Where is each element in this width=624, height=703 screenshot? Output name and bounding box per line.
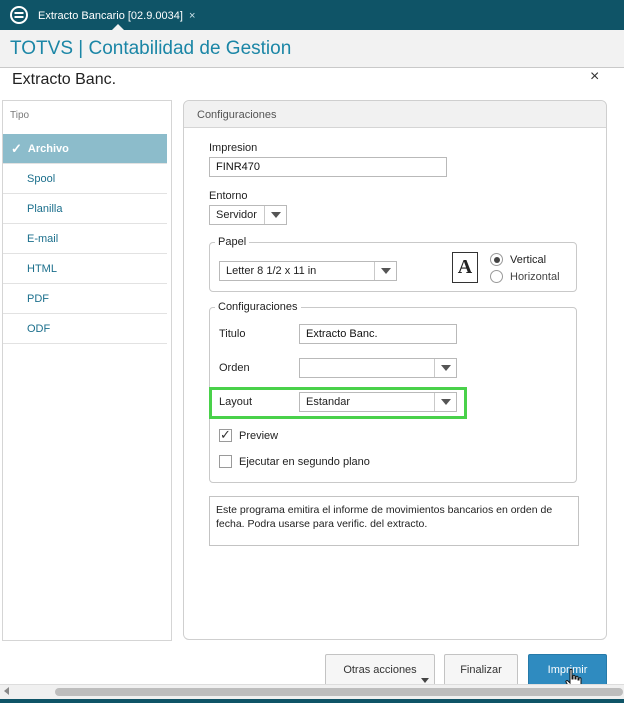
tipo-item-label: E-mail — [27, 232, 59, 245]
tipo-item-label: HTML — [27, 262, 57, 275]
titulo-label: Titulo — [219, 328, 246, 340]
checkmark-icon: ✓ — [220, 427, 231, 442]
otras-acciones-label: Otras acciones — [343, 664, 417, 676]
vertical-radio[interactable] — [490, 253, 503, 266]
tipo-item-label: Archivo — [27, 142, 69, 155]
otras-acciones-button[interactable]: Otras acciones — [325, 654, 435, 686]
scroll-left-icon[interactable] — [4, 687, 9, 695]
tab-title: Extracto Bancario [02.9.0034] — [38, 10, 183, 22]
preview-checkbox[interactable]: ✓ — [219, 427, 232, 442]
scrollbar-thumb[interactable] — [55, 688, 623, 696]
tipo-item-html[interactable]: HTML — [3, 254, 167, 284]
tipo-item-label: Spool — [27, 172, 56, 185]
chevron-down-icon[interactable] — [264, 206, 286, 224]
tipo-item-label: PDF — [27, 292, 49, 305]
segundo-plano-label: Ejecutar en segundo plano — [239, 456, 370, 468]
chevron-down-icon[interactable] — [434, 359, 456, 377]
configuraciones-legend: Configuraciones — [215, 301, 301, 313]
configuraciones-title: Configuraciones — [197, 109, 277, 121]
chevron-down-icon[interactable] — [434, 393, 456, 411]
totvs-logo-icon[interactable] — [9, 5, 29, 25]
horizontal-radio[interactable] — [490, 270, 503, 283]
paper-size-value: Letter 8 1/2 x 11 in — [226, 265, 317, 277]
finalizar-label: Finalizar — [460, 664, 502, 676]
layout-select[interactable]: Estandar — [299, 392, 457, 412]
titulo-field[interactable]: Extracto Banc. — [299, 324, 457, 344]
tipo-item-odf[interactable]: ODF — [3, 314, 167, 344]
orientation-page-icon: A — [452, 252, 478, 283]
program-description: Este programa emitira el informe de movi… — [209, 496, 579, 546]
dialog-title: Extracto Banc. — [12, 71, 117, 88]
layout-value: Estandar — [306, 396, 351, 408]
tab-close-icon[interactable]: × — [189, 10, 195, 22]
caret-down-icon — [421, 678, 429, 683]
tipo-list: ✓ Archivo Spool Planilla E-mail HTML PDF… — [3, 134, 167, 344]
tipo-item-label: Planilla — [27, 202, 63, 215]
tipo-item-archivo[interactable]: ✓ Archivo — [3, 134, 167, 164]
paper-size-select[interactable]: Letter 8 1/2 x 11 in — [219, 261, 397, 281]
tipo-item-spool[interactable]: Spool — [3, 164, 167, 194]
bottom-bar — [0, 699, 624, 703]
impresion-label: Impresion — [209, 142, 258, 154]
horizontal-label: Horizontal — [510, 271, 560, 283]
dialog-close-icon[interactable]: × — [590, 68, 599, 86]
tipo-item-label: ODF — [27, 322, 51, 335]
orden-label: Orden — [219, 362, 250, 374]
preview-label: Preview — [239, 430, 279, 442]
segundo-plano-checkbox[interactable] — [219, 455, 232, 468]
tipo-item-pdf[interactable]: PDF — [3, 284, 167, 314]
tipo-item-planilla[interactable]: Planilla — [3, 194, 167, 224]
impresion-field[interactable]: FINR470 — [209, 157, 447, 177]
app-title: TOTVS | Contabilidad de Gestion — [10, 38, 292, 59]
entorno-value: Servidor — [216, 209, 257, 221]
vertical-label: Vertical — [510, 254, 547, 266]
chevron-down-icon[interactable] — [374, 262, 396, 280]
tipo-item-email[interactable]: E-mail — [3, 224, 167, 254]
orden-select[interactable] — [299, 358, 457, 378]
finalizar-button[interactable]: Finalizar — [444, 654, 518, 686]
checkmark-icon: ✓ — [11, 140, 22, 156]
layout-label: Layout — [219, 396, 253, 408]
tipo-label: Tipo — [10, 110, 30, 121]
papel-legend: Papel — [215, 236, 250, 248]
entorno-label: Entorno — [209, 190, 248, 202]
entorno-select[interactable]: Servidor — [209, 205, 287, 225]
